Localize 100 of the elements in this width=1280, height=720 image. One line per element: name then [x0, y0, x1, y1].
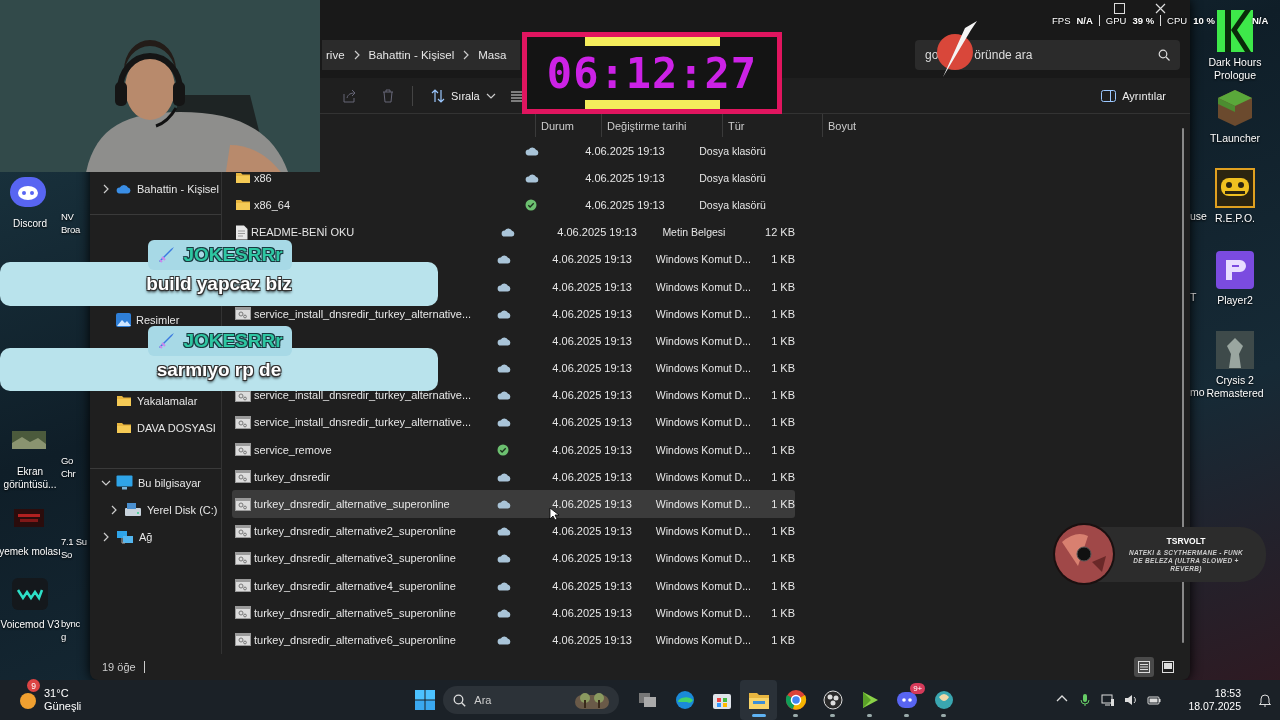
temperature: 31°C [44, 687, 70, 700]
icon-label: Dark Hours Prologue [1208, 56, 1262, 82]
microphone-icon[interactable] [1078, 693, 1093, 707]
maximize-icon[interactable] [1114, 3, 1125, 14]
chevron-right-icon[interactable] [110, 504, 118, 515]
size-cell-text: 1 KB [770, 633, 795, 646]
type-cell-text: Dosya klasörü [698, 144, 767, 157]
chevron-right-icon[interactable] [102, 531, 110, 542]
volume-icon[interactable] [1124, 693, 1139, 707]
selected-row[interactable]: turkey_dnsredir_alternative_superonline 4.06.2025 19:13 Windows Komut D... 1 KB [232, 490, 795, 518]
type-cell-text: Dosya klasörü [698, 171, 767, 184]
nav-item[interactable]: Bu bilgisayar [90, 474, 221, 491]
image-icon [116, 312, 131, 327]
type-cell-text: Windows Komut D... [654, 443, 751, 456]
timer-display: 06:12:27 [522, 32, 782, 114]
start-button[interactable] [415, 690, 436, 710]
script-file-icon [235, 524, 251, 538]
nav-item[interactable]: Bahattin - Kişisel [90, 180, 221, 197]
document-icon [235, 224, 248, 240]
p-logo-icon[interactable] [1215, 250, 1255, 290]
chevron-down-icon[interactable] [101, 478, 111, 487]
size-cell-text: 1 KB [770, 389, 795, 402]
file-name: service_remove [254, 443, 332, 456]
vinyl-disc-icon [1052, 522, 1116, 586]
icon-label: Voicemod V3 [0, 618, 60, 631]
chevron-right-icon[interactable] [352, 50, 361, 60]
share-icon[interactable] [342, 88, 356, 103]
size-cell-text: 1 KB [770, 416, 795, 429]
type-cell-text: Windows Komut D... [654, 307, 751, 320]
metric-value: 10 % [1193, 15, 1215, 26]
icon-label: Go Chr [61, 454, 76, 480]
date-cell-text: 4.06.2025 19:13 [551, 470, 633, 483]
date-cell-text: 4.06.2025 19:13 [584, 171, 666, 184]
robot-face-icon[interactable] [1215, 168, 1255, 208]
delete-icon[interactable] [382, 88, 394, 103]
type-cell-text: Windows Komut D... [654, 606, 751, 619]
breadcrumb-item[interactable]: rive [326, 49, 345, 61]
size-cell-text: 1 KB [770, 552, 795, 565]
clock[interactable]: 18:53 18.07.2025 [1188, 687, 1241, 713]
breadcrumb-item[interactable]: Masa [478, 49, 507, 61]
nav-item[interactable]: Yerel Disk (C:) [90, 501, 221, 518]
nav-item[interactable]: Yakalamalar [90, 392, 221, 409]
type-cell-text: Windows Komut D... [654, 389, 751, 402]
list-view-icon[interactable] [509, 89, 524, 102]
size-cell-text: 1 KB [770, 253, 795, 266]
icon-label: Ekran görüntüsü... [3, 465, 57, 491]
network-icon[interactable] [1101, 693, 1116, 707]
column-header[interactable]: Boyut [822, 114, 890, 137]
date-cell-text: 4.06.2025 19:13 [551, 579, 633, 592]
grass-block-icon[interactable] [1215, 88, 1255, 128]
metric-value: 39 % [1132, 15, 1155, 26]
file-name: turkey_dnsredir_alternative2_superonline [254, 525, 456, 538]
weather-condition: Güneşli [44, 700, 82, 713]
file-name: x86_64 [254, 198, 291, 211]
notification-badge: 9+ [910, 683, 926, 694]
date-cell-text: 4.06.2025 19:13 [551, 606, 633, 619]
type-cell-text: Metin Belgesi [661, 226, 727, 239]
address-bar[interactable]: rive Bahattin - Kişisel Masa [322, 40, 520, 70]
date-cell-text: 4.06.2025 19:13 [551, 443, 633, 456]
size-cell-text: 1 KB [770, 606, 795, 619]
nav-item[interactable]: DAVA DOSYASI [90, 419, 221, 436]
type-cell-text: Windows Komut D... [654, 498, 751, 511]
script-file-icon [235, 497, 251, 511]
type-cell-text: Windows Komut D... [654, 334, 751, 347]
breadcrumb-item[interactable]: Bahattin - Kişisel [368, 49, 455, 61]
icon-label: mo [1190, 386, 1205, 399]
artist-name: TSRVOLT [1166, 536, 1206, 546]
chevron-right-icon[interactable] [462, 50, 471, 60]
nav-item[interactable]: Resimler [90, 311, 221, 328]
type-cell-text: Windows Komut D... [654, 579, 751, 592]
script-file-icon [235, 551, 251, 565]
search-icon[interactable] [1158, 49, 1170, 61]
details-pane-button[interactable]: Ayrıntılar [1095, 85, 1172, 106]
bell-icon[interactable] [1258, 693, 1272, 707]
chevron-right-icon[interactable] [102, 183, 110, 194]
search-icon [453, 693, 467, 707]
type-cell-text: Windows Komut D... [654, 416, 751, 429]
type-cell-text: Windows Komut D... [654, 253, 751, 266]
scrollbar[interactable] [1182, 128, 1184, 643]
battery-icon[interactable] [1147, 693, 1162, 707]
close-icon[interactable] [1155, 3, 1166, 14]
sun-icon[interactable] [18, 690, 38, 710]
type-cell-text: Windows Komut D... [654, 552, 751, 565]
cloud-icon [116, 183, 132, 194]
date-cell-text: 4.06.2025 19:13 [551, 552, 633, 565]
explorer-taskbar-icon[interactable] [740, 680, 778, 720]
figure-icon[interactable] [1215, 330, 1255, 370]
sort-button[interactable]: Sırala [425, 84, 502, 107]
icon-label: Discord [13, 217, 47, 230]
type-cell-text: Dosya klasörü [698, 198, 767, 211]
nav-item[interactable]: Ağ [90, 528, 221, 545]
sort-arrows-icon [431, 88, 445, 103]
details-view-button[interactable] [1134, 657, 1154, 677]
caret-icon[interactable] [485, 91, 496, 100]
trees-icon [575, 691, 610, 709]
icon-label: Player2 [1217, 294, 1253, 307]
size-cell-text: 1 KB [770, 443, 795, 456]
type-cell-text: Windows Komut D... [654, 525, 751, 538]
search-box[interactable]: Ara [443, 686, 620, 714]
discord-taskbar-icon[interactable] [895, 689, 918, 711]
